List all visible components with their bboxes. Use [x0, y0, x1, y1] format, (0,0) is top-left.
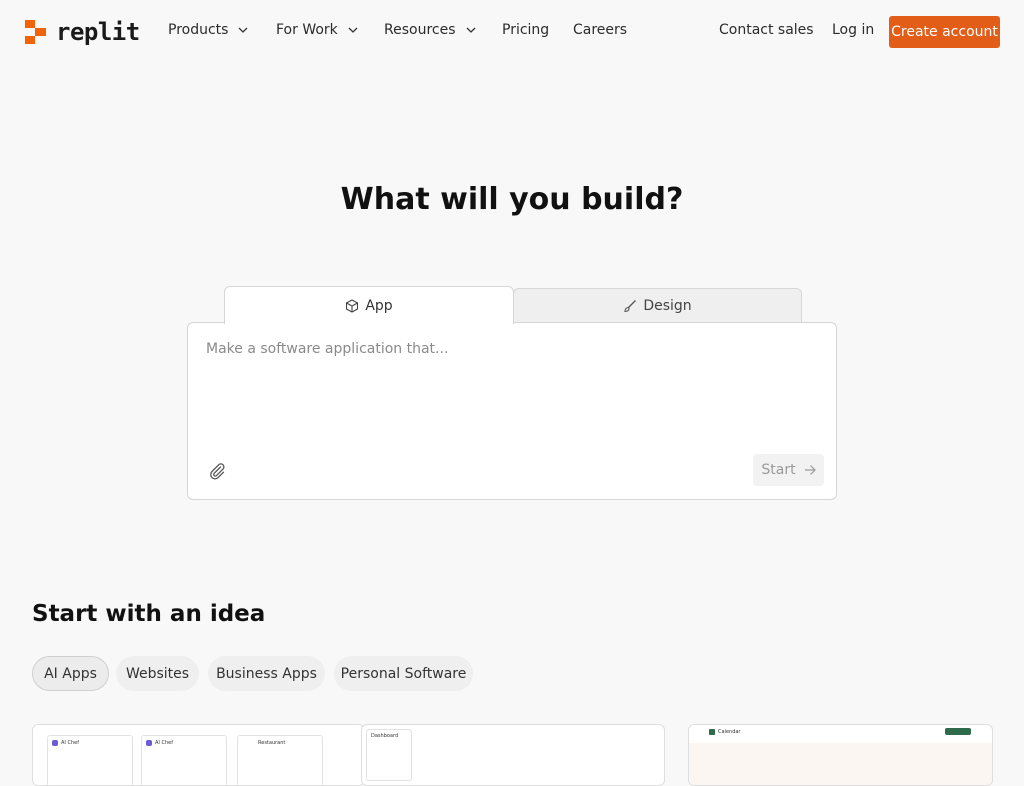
preview-label: AI Chef	[61, 740, 79, 746]
template-card[interactable]: AI Chef AI Chef Restaurant	[32, 724, 365, 786]
preview-label: AI Chef	[155, 740, 173, 746]
create-account-button[interactable]: Create account	[889, 16, 1000, 48]
nav-item-label: Products	[168, 22, 229, 38]
ideas-title: Start with an idea	[32, 601, 266, 627]
login-link[interactable]: Log in	[832, 22, 874, 38]
preview-panel: AI Chef	[47, 735, 133, 785]
prompt-box: Start	[187, 322, 837, 500]
tab-design[interactable]: Design	[513, 288, 802, 323]
tab-label: App	[365, 297, 393, 314]
chevron-down-icon	[238, 27, 248, 33]
arrow-right-icon	[804, 465, 816, 475]
preview-label: Dashboard	[371, 733, 399, 739]
nav-item-for-work[interactable]: For Work	[276, 22, 358, 38]
preview-button	[945, 728, 971, 735]
preview-logo	[709, 729, 715, 735]
chip-personal-software[interactable]: Personal Software	[334, 656, 473, 691]
nav-item-label: Resources	[384, 22, 456, 38]
nav-item-label: For Work	[276, 22, 338, 38]
nav-item-products[interactable]: Products	[168, 22, 248, 38]
replit-logo-icon	[25, 20, 46, 44]
nav-item-resources[interactable]: Resources	[384, 22, 476, 38]
template-card[interactable]: Dashboard	[361, 724, 665, 786]
hero-title: What will you build?	[340, 182, 684, 217]
chevron-down-icon	[466, 27, 475, 33]
template-card[interactable]: Calendar	[688, 724, 993, 786]
preview-label: Calendar	[718, 729, 741, 735]
prompt-input[interactable]	[206, 341, 806, 357]
nav-item-label: Pricing	[502, 22, 550, 38]
nav-item-pricing[interactable]: Pricing	[502, 22, 549, 38]
paperclip-icon[interactable]	[208, 462, 226, 480]
start-button[interactable]: Start	[753, 454, 824, 486]
cube-icon	[346, 298, 359, 313]
preview-panel: Restaurant	[237, 735, 323, 785]
preview-panel: AI Chef	[141, 735, 227, 785]
chip-business-apps[interactable]: Business Apps	[208, 656, 325, 691]
replit-logo[interactable]: replit	[24, 18, 140, 46]
chip-ai-apps[interactable]: AI Apps	[32, 656, 109, 691]
logo-text: replit	[56, 18, 140, 46]
chevron-down-icon	[348, 27, 358, 33]
nav-item-label: Careers	[573, 22, 628, 38]
nav-item-careers[interactable]: Careers	[573, 22, 627, 38]
chip-websites[interactable]: Websites	[116, 656, 199, 691]
top-nav: replit Products For Work Resources Prici…	[0, 0, 1024, 64]
preview-label: Restaurant	[258, 740, 286, 746]
start-label: Start	[761, 462, 796, 478]
brush-icon	[624, 300, 637, 313]
tab-app[interactable]: App	[224, 286, 514, 324]
preview-hero	[689, 743, 992, 785]
preview-panel: Dashboard	[366, 729, 412, 781]
contact-sales-link[interactable]: Contact sales	[719, 22, 814, 38]
tab-label: Design	[643, 298, 692, 314]
